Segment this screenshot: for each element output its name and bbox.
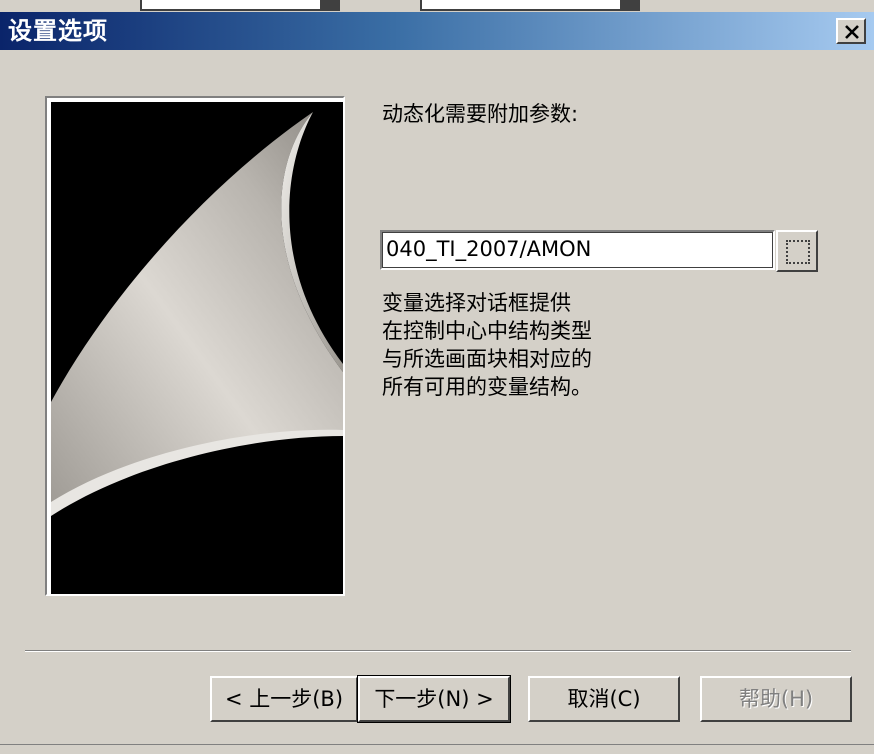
close-button[interactable] (836, 18, 866, 44)
browse-dotted-icon (786, 240, 810, 264)
dialog-window: 设置选项 动态化需要附加参数: 040_TI_2007/AMON 变量选择对话框… (0, 0, 874, 754)
button-separator (25, 650, 851, 652)
description-text: 变量选择对话框提供 在控制中心中结构类型 与所选画面块相对应的 所有可用的变量结… (382, 289, 592, 401)
back-button[interactable]: < 上一步(B) (210, 676, 358, 722)
browse-variable-button[interactable] (776, 230, 818, 272)
bottom-window-strip (0, 744, 874, 754)
description-line: 变量选择对话框提供 (382, 291, 571, 315)
description-line: 在控制中心中结构类型 (382, 319, 592, 343)
wizard-art-graphic (51, 102, 343, 594)
window-title: 设置选项 (8, 17, 108, 45)
next-button[interactable]: 下一步(N) > (357, 675, 511, 723)
parameter-input[interactable]: 040_TI_2007/AMON (380, 230, 775, 270)
title-bar[interactable]: 设置选项 (0, 12, 874, 50)
background-field (140, 0, 340, 11)
cancel-button[interactable]: 取消(C) (528, 676, 680, 722)
prompt-label: 动态化需要附加参数: (382, 102, 579, 126)
background-field (420, 0, 640, 11)
wizard-image (45, 96, 345, 596)
description-line: 所有可用的变量结构。 (382, 375, 592, 399)
help-button[interactable]: 帮助(H) (700, 676, 852, 722)
description-line: 与所选画面块相对应的 (382, 347, 592, 371)
close-icon (845, 25, 859, 39)
